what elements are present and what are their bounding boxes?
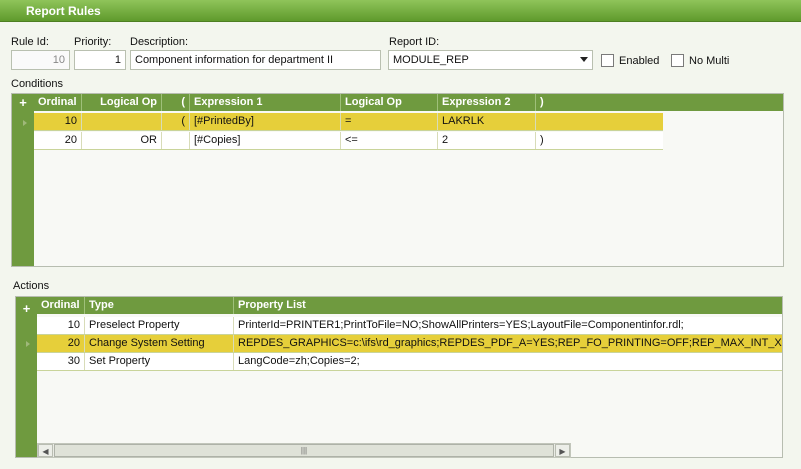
cell-property-list[interactable]: REPDES_GRAPHICS=c:\ifs\rd_graphics;REPDE… xyxy=(234,335,782,352)
col-type[interactable]: Type xyxy=(85,297,234,314)
report-id-value: MODULE_REP xyxy=(393,54,469,66)
col-close-paren[interactable]: ) xyxy=(536,94,663,111)
cell-logical-op-2[interactable]: = xyxy=(341,113,438,130)
add-condition-button[interactable]: + xyxy=(12,95,34,110)
add-action-button[interactable]: + xyxy=(16,301,37,316)
col-logical-op-2[interactable]: Logical Op xyxy=(341,94,438,111)
horizontal-scrollbar[interactable]: ◀ ||| ▶ xyxy=(37,443,571,458)
window-titlebar: Report Rules xyxy=(0,0,801,22)
no-multi-label: No Multi xyxy=(689,55,730,67)
col-ordinal[interactable]: Ordinal xyxy=(37,297,85,314)
cell-type[interactable]: Preselect Property xyxy=(85,317,234,334)
cell-ordinal[interactable]: 10 xyxy=(34,113,82,130)
table-row[interactable]: 20 Change System Setting REPDES_GRAPHICS… xyxy=(37,335,782,353)
rule-id-label: Rule Id: xyxy=(11,36,49,48)
scrollbar-thumb[interactable]: ||| xyxy=(54,444,554,457)
actions-row-gutter: + xyxy=(16,297,37,457)
cell-close-paren[interactable]: ) xyxy=(536,132,663,149)
current-row-pointer-icon xyxy=(26,341,30,347)
no-multi-checkbox[interactable] xyxy=(671,54,684,67)
window-title: Report Rules xyxy=(26,4,101,18)
priority-field[interactable]: 1 xyxy=(74,50,126,70)
col-open-paren[interactable]: ( xyxy=(162,94,190,111)
cell-expression-2[interactable]: 2 xyxy=(438,132,536,149)
description-field[interactable]: Component information for department II xyxy=(130,50,381,70)
cell-logical-op[interactable] xyxy=(82,113,162,130)
cell-expression-2[interactable]: LAKRLK xyxy=(438,113,536,130)
conditions-label: Conditions xyxy=(11,78,63,90)
cell-property-list[interactable]: PrinterId=PRINTER1;PrintToFile=NO;ShowAl… xyxy=(234,317,782,334)
cell-close-paren[interactable] xyxy=(536,113,663,130)
cell-property-list[interactable]: LangCode=zh;Copies=2; xyxy=(234,353,782,370)
cell-type[interactable]: Change System Setting xyxy=(85,335,234,352)
actions-header: Ordinal Type Property List xyxy=(37,297,782,314)
col-expression-2[interactable]: Expression 2 xyxy=(438,94,536,111)
table-row[interactable]: 30 Set Property LangCode=zh;Copies=2; xyxy=(37,353,782,371)
conditions-grid: + Ordinal Logical Op ( Expression 1 Logi… xyxy=(11,93,784,267)
cell-logical-op[interactable]: OR xyxy=(82,132,162,149)
chevron-down-icon[interactable] xyxy=(580,57,588,62)
cell-type[interactable]: Set Property xyxy=(85,353,234,370)
conditions-row-gutter: + xyxy=(12,94,34,266)
col-expression-1[interactable]: Expression 1 xyxy=(190,94,341,111)
cell-expression-1[interactable]: [#PrintedBy] xyxy=(190,113,341,130)
cell-ordinal[interactable]: 10 xyxy=(37,317,85,334)
scroll-right-icon[interactable]: ▶ xyxy=(555,444,570,457)
current-row-pointer-icon xyxy=(23,120,27,126)
enabled-checkbox[interactable] xyxy=(601,54,614,67)
cell-open-paren[interactable] xyxy=(162,132,190,149)
table-row[interactable]: 20 OR [#Copies] <= 2 ) xyxy=(34,132,663,150)
cell-ordinal[interactable]: 20 xyxy=(34,132,82,149)
cell-ordinal[interactable]: 30 xyxy=(37,353,85,370)
cell-expression-1[interactable]: [#Copies] xyxy=(190,132,341,149)
actions-grid: + Ordinal Type Property List 10 Preselec… xyxy=(15,296,783,458)
scroll-left-icon[interactable]: ◀ xyxy=(38,444,53,457)
actions-label: Actions xyxy=(13,280,50,292)
table-row[interactable]: 10 ( [#PrintedBy] = LAKRLK xyxy=(34,113,663,131)
description-label: Description: xyxy=(130,36,189,48)
cell-logical-op-2[interactable]: <= xyxy=(341,132,438,149)
priority-label: Priority: xyxy=(74,36,112,48)
table-row[interactable]: 10 Preselect Property PrinterId=PRINTER1… xyxy=(37,317,782,335)
report-id-label: Report ID: xyxy=(389,36,440,48)
col-ordinal[interactable]: Ordinal xyxy=(34,94,82,111)
enabled-label: Enabled xyxy=(619,55,660,67)
col-property-list[interactable]: Property List xyxy=(234,297,782,314)
cell-ordinal[interactable]: 20 xyxy=(37,335,85,352)
col-logical-op[interactable]: Logical Op xyxy=(82,94,162,111)
conditions-header: Ordinal Logical Op ( Expression 1 Logica… xyxy=(34,94,783,111)
rule-id-field[interactable]: 10 xyxy=(11,50,70,70)
cell-open-paren[interactable]: ( xyxy=(162,113,190,130)
report-id-select[interactable]: MODULE_REP xyxy=(388,50,593,70)
